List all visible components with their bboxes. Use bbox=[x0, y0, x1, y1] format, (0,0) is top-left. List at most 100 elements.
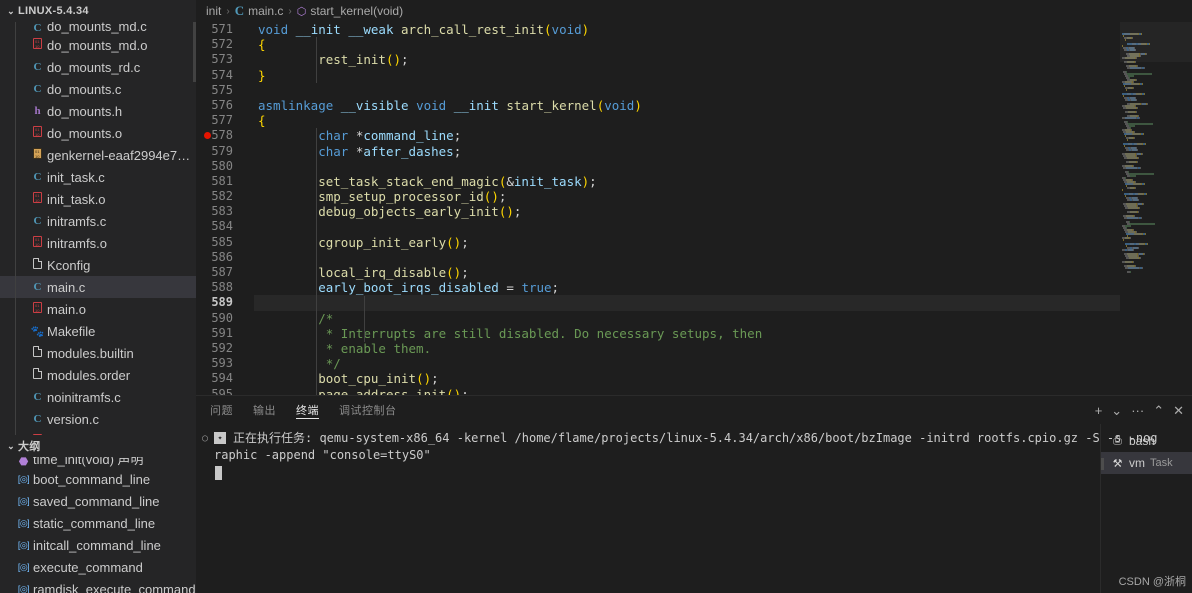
code-line[interactable]: char *command_line; bbox=[254, 128, 1120, 143]
code-line[interactable]: char *after_dashes; bbox=[254, 144, 1120, 159]
code-line[interactable] bbox=[254, 83, 1120, 98]
breadcrumb-item-symbol[interactable]: ⬡ start_kernel(void) bbox=[297, 4, 403, 18]
chevron-down-icon[interactable]: ⌄ bbox=[4, 6, 18, 17]
code-line[interactable]: early_boot_irqs_disabled = true; bbox=[254, 280, 1120, 295]
outline-item[interactable]: ⬣ time_init(void) 声明 bbox=[0, 457, 196, 468]
file-tree-item[interactable]: Cmain.c bbox=[0, 276, 196, 298]
file-tree-item[interactable]: Cinit_task.c bbox=[0, 166, 196, 188]
file-tree-item[interactable]: 01 10 initramfs.o bbox=[0, 232, 196, 254]
code-line[interactable] bbox=[254, 250, 1120, 265]
line-number[interactable]: 583 bbox=[196, 204, 254, 219]
code-line[interactable]: debug_objects_early_init(); bbox=[254, 204, 1120, 219]
code-line[interactable]: { bbox=[254, 37, 1120, 52]
outline-item[interactable]: [◎] initcall_command_line bbox=[0, 534, 196, 556]
outline-item[interactable]: [◎] boot_command_line bbox=[0, 468, 196, 490]
chevron-up-icon[interactable]: ⌃ bbox=[1153, 404, 1164, 417]
plus-icon[interactable]: + bbox=[1095, 404, 1103, 417]
line-number[interactable]: 594 bbox=[196, 371, 254, 386]
file-tree-item[interactable]: 🐾 Makefile bbox=[0, 320, 196, 342]
code-line[interactable]: * enable them. bbox=[254, 341, 1120, 356]
file-tree-item[interactable]: modules.order bbox=[0, 364, 196, 386]
code-line[interactable] bbox=[254, 295, 1120, 311]
code-line[interactable]: */ bbox=[254, 356, 1120, 371]
file-tree-item[interactable]: h do_mounts.h bbox=[0, 100, 196, 122]
code-line[interactable] bbox=[254, 219, 1120, 234]
terminal[interactable]: ○ ✦ 正在执行任务: qemu-system-x86_64 -kernel /… bbox=[196, 424, 1158, 593]
file-tree-item[interactable]: 0110genkernel-eaaf2994e76a9e... bbox=[0, 144, 196, 166]
explorer-section-header[interactable]: ⌄ LINUX-5.4.34 bbox=[0, 0, 196, 22]
panel-tab[interactable]: 输出 bbox=[243, 396, 286, 424]
chevron-down-icon[interactable]: ⌄ bbox=[4, 441, 18, 452]
outline-item[interactable]: [◎] execute_command bbox=[0, 556, 196, 578]
line-number[interactable]: 590 bbox=[196, 311, 254, 326]
code-line[interactable]: set_task_stack_end_magic(&init_task); bbox=[254, 174, 1120, 189]
panel-tab[interactable]: 终端 bbox=[286, 396, 329, 424]
line-number[interactable]: 591 bbox=[196, 326, 254, 341]
code-content[interactable]: void __init __weak arch_call_rest_init(v… bbox=[254, 22, 1120, 395]
line-number[interactable]: 584 bbox=[196, 219, 254, 234]
outline-item[interactable]: [◎] ramdisk_execute_command bbox=[0, 578, 196, 593]
file-tree-item[interactable]: Cdo_mounts_md.c bbox=[0, 22, 196, 34]
panel-actions[interactable]: + ⌄ ··· ⌃ ✕ bbox=[1095, 396, 1192, 424]
panel-tabs[interactable]: 问题 输出 终端 调试控制台 bbox=[196, 396, 407, 424]
code-line[interactable]: boot_cpu_init(); bbox=[254, 371, 1120, 386]
breadcrumb-item-file[interactable]: C main.c bbox=[235, 3, 284, 19]
outline-item[interactable]: [◎] static_command_line bbox=[0, 512, 196, 534]
line-number[interactable]: 593 bbox=[196, 356, 254, 371]
line-number[interactable]: 571 bbox=[196, 22, 254, 37]
file-tree-item[interactable]: 01 10 do_mounts_md.o bbox=[0, 34, 196, 56]
file-tree-item[interactable]: Cdo_mounts.c bbox=[0, 78, 196, 100]
breakpoint-icon[interactable] bbox=[204, 132, 211, 140]
line-number[interactable]: 585 bbox=[196, 235, 254, 250]
line-number[interactable]: 577 bbox=[196, 113, 254, 128]
line-number[interactable]: 572 bbox=[196, 37, 254, 52]
code-line[interactable]: { bbox=[254, 113, 1120, 128]
file-tree[interactable]: Cdo_mounts_md.c 01 10 do_mounts_md.o Cdo_mou… bbox=[0, 22, 196, 435]
file-tree-item[interactable]: Kconfig bbox=[0, 254, 196, 276]
ellipsis-icon[interactable]: ··· bbox=[1131, 404, 1144, 417]
file-tree-item[interactable]: Cdo_mounts_rd.c bbox=[0, 56, 196, 78]
code-line[interactable] bbox=[254, 159, 1120, 174]
line-number[interactable]: 575 bbox=[196, 83, 254, 98]
file-tree-item[interactable]: 01 10 main.o bbox=[0, 298, 196, 320]
line-number-gutter[interactable]: 571 572 573 574 575 576 577 578 579 580 581 582 583 5… bbox=[196, 22, 254, 395]
line-number[interactable]: 581 bbox=[196, 174, 254, 189]
breadcrumb-item-folder[interactable]: init bbox=[206, 4, 221, 18]
minimap-slider[interactable] bbox=[1120, 22, 1192, 62]
line-number[interactable]: 576 bbox=[196, 98, 254, 113]
close-icon[interactable]: ✕ bbox=[1173, 404, 1184, 417]
line-number[interactable]: 582 bbox=[196, 189, 254, 204]
line-number[interactable]: 589 bbox=[196, 295, 254, 310]
line-number[interactable]: 573 bbox=[196, 52, 254, 67]
terminal-list-item[interactable]: ⚒ vm Task bbox=[1101, 452, 1192, 474]
line-number[interactable]: 595 bbox=[196, 387, 254, 396]
file-tree-item[interactable]: 01 10 do_mounts.o bbox=[0, 122, 196, 144]
chevron-down-icon[interactable]: ⌄ bbox=[1111, 404, 1122, 417]
line-number[interactable]: 587 bbox=[196, 265, 254, 280]
file-tree-item[interactable]: Cnoinitramfs.c bbox=[0, 386, 196, 408]
line-number[interactable]: 579 bbox=[196, 144, 254, 159]
line-number[interactable]: 586 bbox=[196, 250, 254, 265]
code-editor[interactable]: 571 572 573 574 575 576 577 578 579 580 581 582 583 5… bbox=[196, 22, 1192, 395]
file-tree-item[interactable]: Cinitramfs.c bbox=[0, 210, 196, 232]
code-line[interactable]: } bbox=[254, 68, 1120, 83]
minimap[interactable] bbox=[1120, 22, 1192, 395]
panel-tab[interactable]: 问题 bbox=[200, 396, 243, 424]
code-line[interactable]: * Interrupts are still disabled. Do nece… bbox=[254, 326, 1120, 341]
outline-item[interactable]: [◎] saved_command_line bbox=[0, 490, 196, 512]
outline-section-header[interactable]: ⌄ 大纲 bbox=[0, 435, 196, 457]
file-tree-item[interactable]: 01 10 init_task.o bbox=[0, 188, 196, 210]
code-line[interactable]: smp_setup_processor_id(); bbox=[254, 189, 1120, 204]
file-tree-item[interactable]: 0110version.o bbox=[0, 430, 196, 435]
panel-tab[interactable]: 调试控制台 bbox=[329, 396, 407, 424]
code-line[interactable]: cgroup_init_early(); bbox=[254, 235, 1120, 250]
file-tree-item[interactable]: Cversion.c bbox=[0, 408, 196, 430]
line-number[interactable]: 574 bbox=[196, 68, 254, 83]
code-line[interactable]: local_irq_disable(); bbox=[254, 265, 1120, 280]
line-number[interactable]: 588 bbox=[196, 280, 254, 295]
code-line[interactable]: page_address_init(); bbox=[254, 387, 1120, 396]
terminal-list-handle[interactable] bbox=[1101, 458, 1104, 470]
breadcrumb[interactable]: init › C main.c › ⬡ start_kernel(void) bbox=[196, 0, 1192, 22]
line-number[interactable]: 592 bbox=[196, 341, 254, 356]
code-line[interactable]: void __init __weak arch_call_rest_init(v… bbox=[254, 22, 1120, 37]
